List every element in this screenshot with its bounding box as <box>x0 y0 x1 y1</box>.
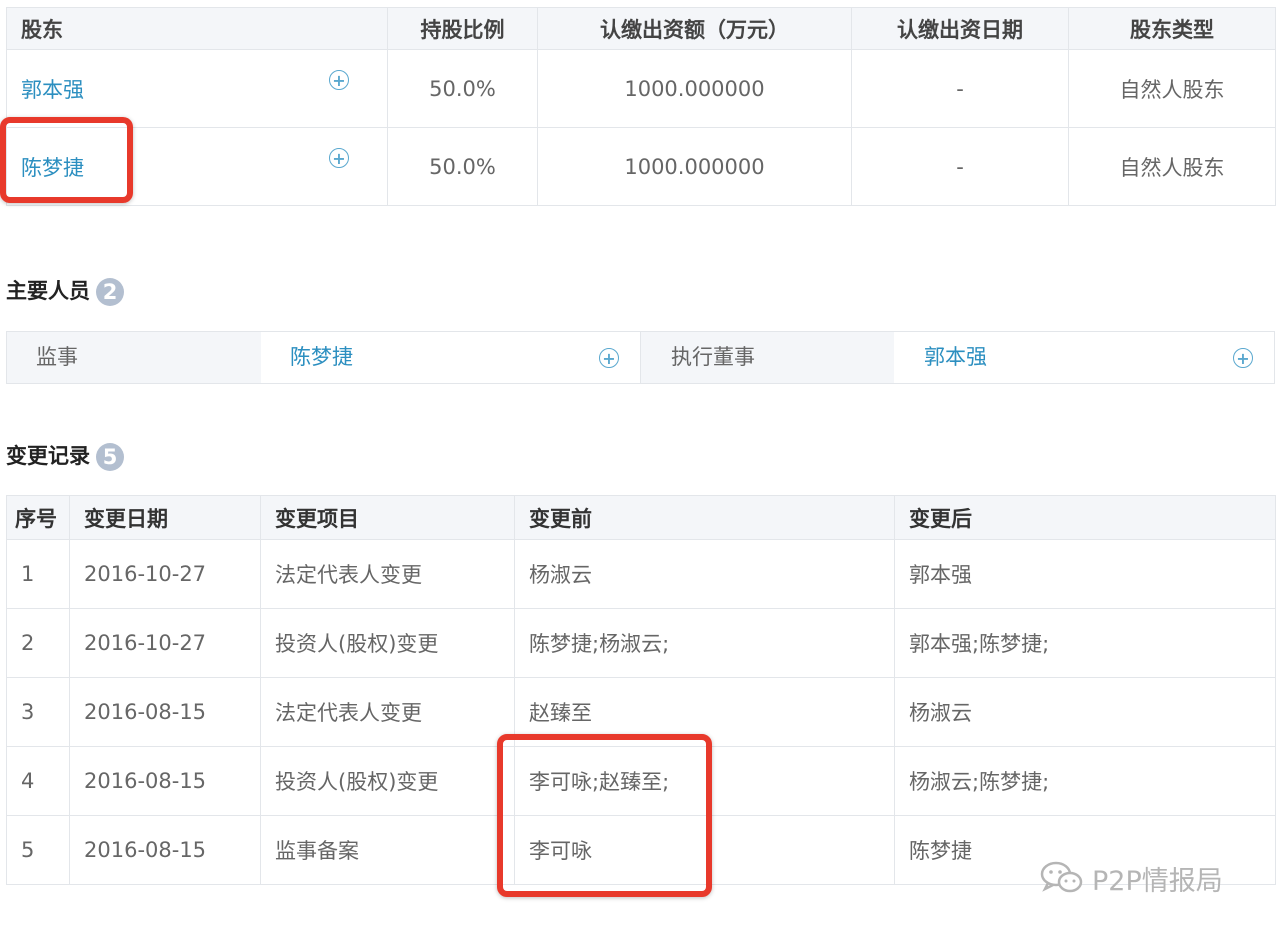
after-cell: 郭本强 <box>894 539 1276 609</box>
changes-header-row: 序号 变更日期 变更项目 变更前 变更后 <box>6 495 1276 540</box>
col-header-amount: 认缴出资额（万元） <box>537 7 852 50</box>
change-date-cell: 2016-08-15 <box>69 815 261 885</box>
change-date-cell: 2016-08-15 <box>69 746 261 816</box>
no-cell: 5 <box>6 815 70 885</box>
table-row: 陈梦捷 + 50.0% 1000.000000 - 自然人股东 <box>6 127 1276 206</box>
no-cell: 2 <box>6 608 70 678</box>
col-header-ratio: 持股比例 <box>387 7 538 50</box>
staff-role-label: 执行董事 <box>671 345 755 369</box>
plus-circle-icon[interactable]: + <box>329 70 349 90</box>
shareholders-table: 股东 持股比例 认缴出资额（万元） 认缴出资日期 股东类型 郭本强 + 50.0… <box>6 7 1276 206</box>
no-cell: 4 <box>6 746 70 816</box>
staff-role-label: 监事 <box>36 345 78 369</box>
plus-circle-icon[interactable]: + <box>599 348 619 368</box>
col-header-after: 变更后 <box>894 495 1276 540</box>
shareholder-name-cell: 郭本强 + <box>6 49 388 128</box>
ratio-cell: 50.0% <box>387 127 538 206</box>
date-cell: - <box>851 127 1069 206</box>
col-header-change-item: 变更项目 <box>260 495 515 540</box>
amount-cell: 1000.000000 <box>537 127 852 206</box>
change-date-cell: 2016-08-15 <box>69 677 261 747</box>
watermark: P2P情报局 <box>1040 858 1270 898</box>
table-row: 2 2016-10-27 投资人(股权)变更 陈梦捷;杨淑云; 郭本强;陈梦捷; <box>6 608 1276 678</box>
table-row: 1 2016-10-27 法定代表人变更 杨淑云 郭本强 <box>6 539 1276 609</box>
changes-section-title: 变更记录 5 <box>6 440 124 471</box>
wechat-icon <box>1040 861 1083 893</box>
plus-circle-icon[interactable]: + <box>329 148 349 168</box>
plus-circle-icon[interactable]: + <box>1233 348 1253 368</box>
changes-count-badge: 5 <box>96 443 124 471</box>
before-cell: 陈梦捷;杨淑云; <box>514 608 895 678</box>
staff-section-title: 主要人员 2 <box>6 275 124 306</box>
col-header-type: 股东类型 <box>1068 7 1276 50</box>
col-header-no: 序号 <box>6 495 70 540</box>
shareholders-header-row: 股东 持股比例 认缴出资额（万元） 认缴出资日期 股东类型 <box>6 7 1276 50</box>
after-cell: 杨淑云;陈梦捷; <box>894 746 1276 816</box>
highlight-box-before-values <box>497 734 712 897</box>
staff-person-link[interactable]: 郭本强 <box>924 345 987 369</box>
type-cell: 自然人股东 <box>1068 127 1276 206</box>
staff-title-text: 主要人员 <box>6 279 90 303</box>
change-item-cell: 监事备案 <box>260 815 515 885</box>
staff-person-supervisor: 陈梦捷 <box>290 332 353 383</box>
date-cell: - <box>851 49 1069 128</box>
staff-count-badge: 2 <box>96 278 124 306</box>
col-header-date: 认缴出资日期 <box>851 7 1069 50</box>
amount-cell: 1000.000000 <box>537 49 852 128</box>
ratio-cell: 50.0% <box>387 49 538 128</box>
before-cell: 杨淑云 <box>514 539 895 609</box>
change-item-cell: 投资人(股权)变更 <box>260 608 515 678</box>
change-item-cell: 法定代表人变更 <box>260 539 515 609</box>
no-cell: 3 <box>6 677 70 747</box>
after-cell: 郭本强;陈梦捷; <box>894 608 1276 678</box>
table-row: 郭本强 + 50.0% 1000.000000 - 自然人股东 <box>6 49 1276 128</box>
staff-person-director: 郭本强 <box>924 332 987 383</box>
staff-role-director: 执行董事 <box>640 332 894 383</box>
staff-panel: 监事 陈梦捷 + 执行董事 郭本强 + <box>6 331 1275 384</box>
col-header-shareholder: 股东 <box>6 7 388 50</box>
staff-person-link[interactable]: 陈梦捷 <box>290 345 353 369</box>
no-cell: 1 <box>6 539 70 609</box>
watermark-text: P2P情报局 <box>1092 865 1223 897</box>
change-item-cell: 法定代表人变更 <box>260 677 515 747</box>
change-date-cell: 2016-10-27 <box>69 539 261 609</box>
change-date-cell: 2016-10-27 <box>69 608 261 678</box>
staff-role-supervisor: 监事 <box>7 332 261 383</box>
col-header-change-date: 变更日期 <box>69 495 261 540</box>
after-cell: 杨淑云 <box>894 677 1276 747</box>
col-header-before: 变更前 <box>514 495 895 540</box>
type-cell: 自然人股东 <box>1068 49 1276 128</box>
changes-title-text: 变更记录 <box>6 444 90 468</box>
highlight-box-shareholder <box>0 117 133 203</box>
shareholder-name-link[interactable]: 郭本强 <box>21 78 84 102</box>
change-item-cell: 投资人(股权)变更 <box>260 746 515 816</box>
